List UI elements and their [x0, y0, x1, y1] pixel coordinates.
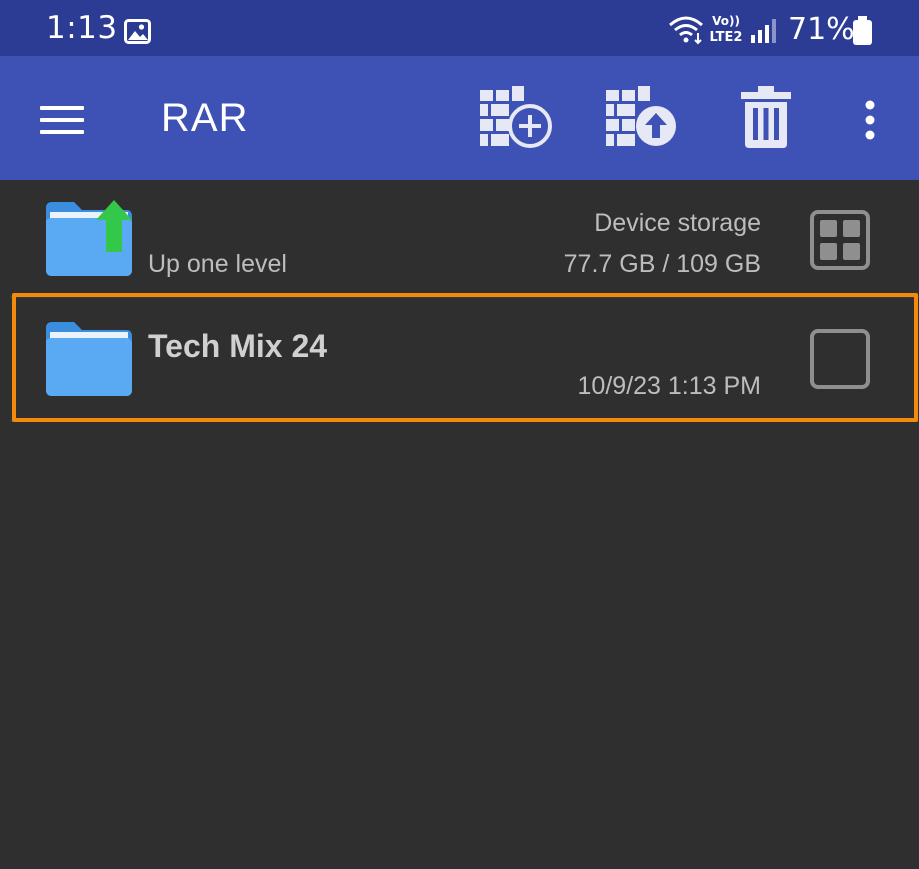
trash-icon[interactable] [740, 86, 792, 148]
folder-up-icon [44, 200, 134, 276]
archive-extract-icon[interactable] [604, 86, 678, 148]
storage-size: 77.7 GB / 109 GB [563, 250, 761, 278]
page-title: RAR [161, 96, 249, 140]
battery-icon [852, 16, 873, 46]
up-one-level-label: Up one level [148, 250, 287, 278]
status-bar: 1:13 Vo)) LTE2 71% [0, 0, 919, 56]
app-toolbar: RAR [0, 56, 919, 180]
archive-add-icon[interactable] [478, 86, 552, 148]
menu-icon[interactable] [40, 104, 84, 136]
storage-name: Device storage [594, 209, 761, 237]
signal-icon [750, 19, 776, 43]
up-one-level-row[interactable] [0, 180, 919, 296]
more-vertical-icon[interactable] [862, 100, 878, 140]
image-icon [124, 19, 151, 44]
grid-view-icon[interactable] [810, 210, 870, 270]
status-time: 1:13 [46, 10, 118, 46]
volte-indicator: Vo)) LTE2 [709, 14, 743, 45]
selection-highlight [12, 293, 918, 422]
battery-percent: 71% [788, 12, 855, 47]
wifi-icon [668, 15, 706, 45]
